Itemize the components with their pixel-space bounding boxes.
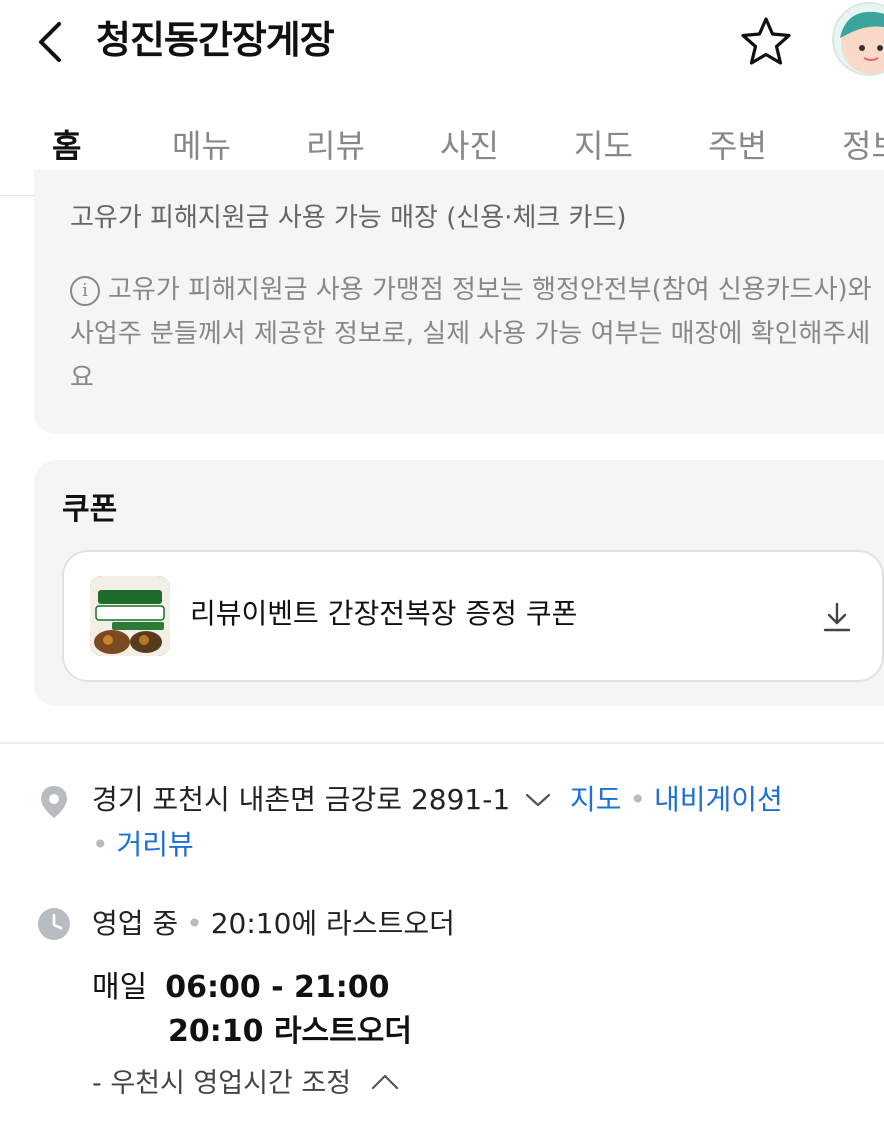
chevron-up-icon[interactable] bbox=[370, 1063, 400, 1107]
streetview-link[interactable]: 거리뷰 bbox=[117, 828, 194, 861]
hours-status[interactable]: 영업 중 • 20:10에 라스트오더 bbox=[92, 902, 455, 946]
chevron-down-icon[interactable] bbox=[525, 779, 551, 823]
navigation-link[interactable]: 내비게이션 bbox=[654, 783, 783, 816]
schedule-time: 06:00 - 21:00 bbox=[165, 970, 390, 1005]
tab-info[interactable]: 정보 bbox=[842, 126, 884, 166]
subsidy-notice-text: 고유가 피해지원금 사용 가맹점 정보는 행정안전부(참여 신용카드사)와 사업… bbox=[70, 275, 872, 393]
subsidy-notice: i 고유가 피해지원금 사용 가맹점 정보는 행정안전부(참여 신용카드사)와 사… bbox=[70, 268, 884, 400]
address-block: 경기 포천시 내촌면 금강로 2891-1 지도 • 내비게이션 • 거리뷰 bbox=[92, 778, 872, 867]
address-text: 경기 포천시 내촌면 금강로 2891-1 bbox=[92, 783, 511, 816]
lastorder-summary: 20:10에 라스트오더 bbox=[210, 907, 455, 940]
tab-map[interactable]: 지도 bbox=[574, 126, 633, 166]
separator-dot: • bbox=[92, 828, 109, 861]
star-icon[interactable] bbox=[738, 14, 794, 70]
tab-menu[interactable]: 메뉴 bbox=[172, 126, 231, 166]
separator-dot: • bbox=[629, 783, 646, 816]
coupon-section: 쿠폰 리뷰이벤트 간장전복장 증정 쿠폰 bbox=[34, 460, 884, 706]
coupon-label: 리뷰이벤트 간장전복장 증정 쿠폰 bbox=[190, 597, 578, 630]
section-divider bbox=[0, 742, 884, 744]
top-bar: 청진동간장게장 bbox=[0, 0, 884, 92]
coupon-heading: 쿠폰 bbox=[62, 492, 118, 527]
rain-note-text: - 우천시 영업시간 조정 bbox=[92, 1068, 352, 1099]
map-link[interactable]: 지도 bbox=[570, 783, 622, 816]
back-icon[interactable] bbox=[28, 14, 72, 70]
tab-photo[interactable]: 사진 bbox=[440, 126, 499, 166]
schedule-row: 매일 06:00 - 21:00 bbox=[92, 966, 390, 1010]
rain-note[interactable]: - 우천시 영업시간 조정 bbox=[92, 1062, 400, 1107]
open-status: 영업 중 bbox=[92, 907, 179, 940]
location-pin-icon bbox=[36, 784, 72, 820]
coupon-item[interactable]: 리뷰이벤트 간장전복장 증정 쿠폰 bbox=[62, 550, 884, 682]
subsidy-title: 고유가 피해지원금 사용 가능 매장 (신용·체크 카드) bbox=[70, 203, 627, 233]
info-icon: i bbox=[70, 276, 100, 306]
tab-home[interactable]: 홈 bbox=[52, 126, 81, 166]
download-icon[interactable] bbox=[820, 600, 854, 634]
tab-review[interactable]: 리뷰 bbox=[306, 126, 365, 166]
schedule-lastorder: 20:10 라스트오더 bbox=[168, 1014, 412, 1049]
page-title: 청진동간장게장 bbox=[96, 18, 335, 62]
clock-icon bbox=[36, 906, 72, 942]
separator-dot: • bbox=[186, 907, 203, 940]
coupon-thumbnail bbox=[90, 576, 170, 656]
schedule-day: 매일 bbox=[92, 970, 148, 1005]
avatar[interactable] bbox=[832, 2, 884, 76]
tab-nearby[interactable]: 주변 bbox=[708, 126, 767, 166]
